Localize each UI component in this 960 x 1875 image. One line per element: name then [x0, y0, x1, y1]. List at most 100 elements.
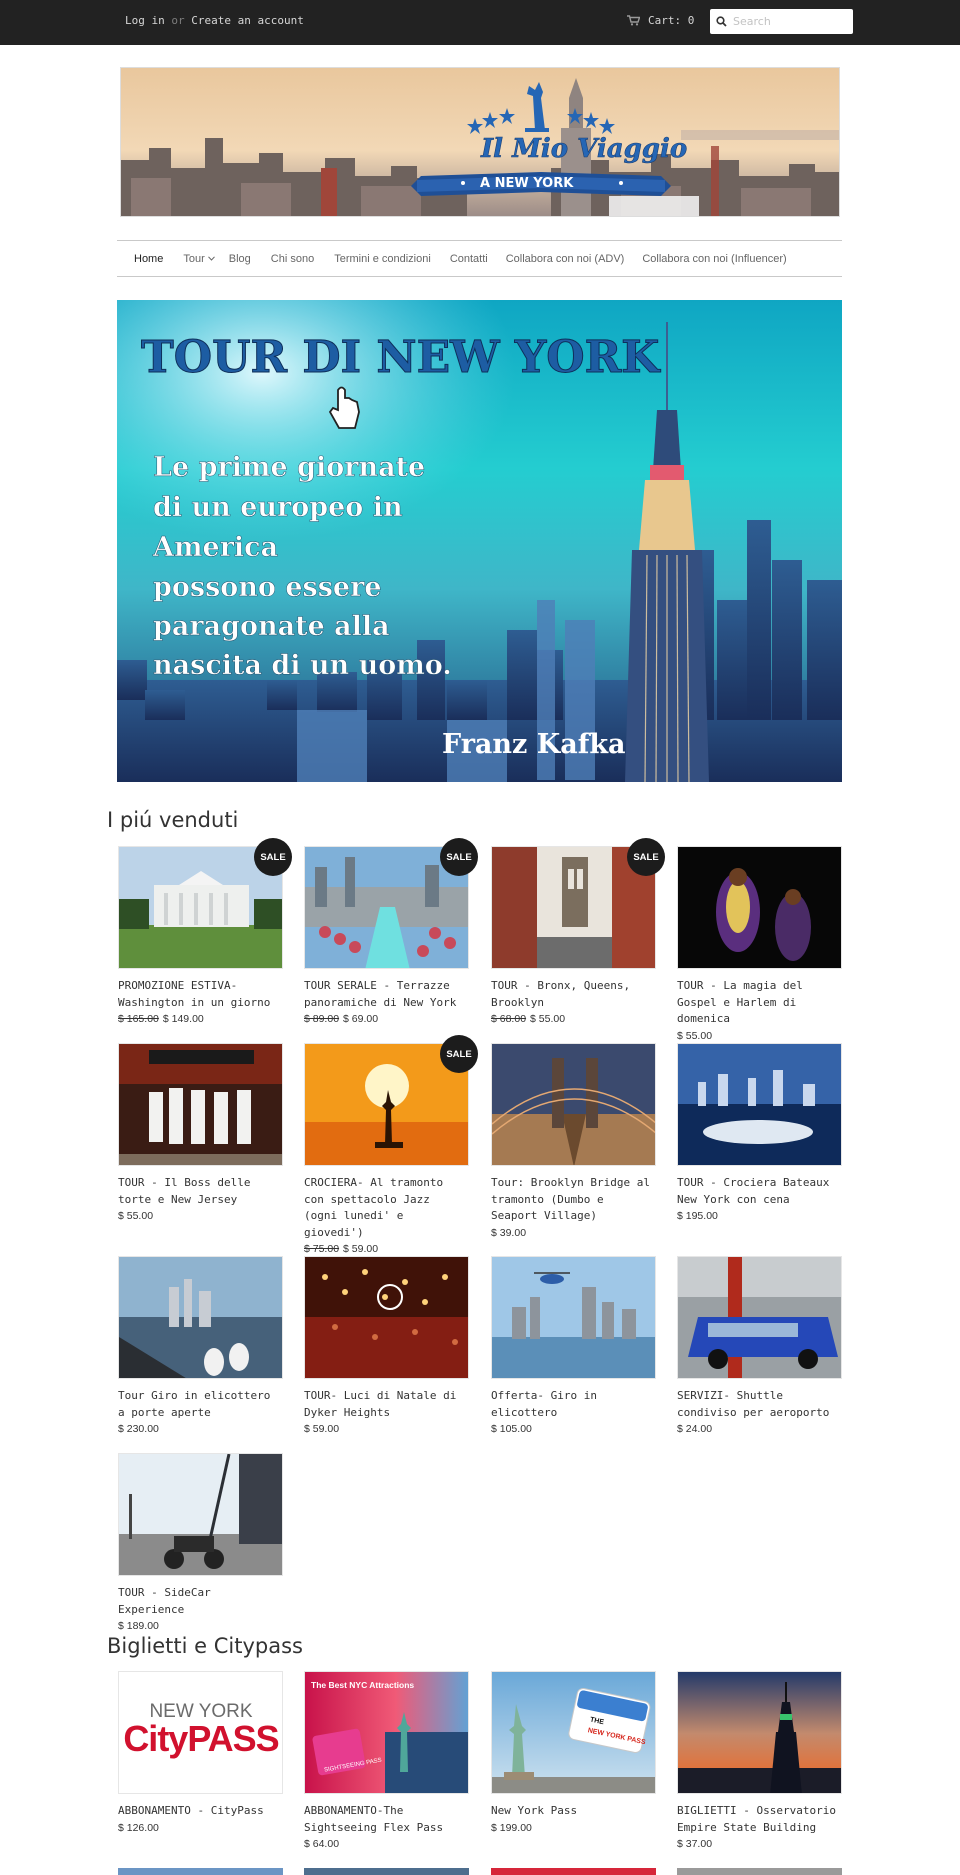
product-title[interactable]: ABBONAMENTO - CityPass	[118, 1803, 283, 1820]
nav-item-blog[interactable]: Blog	[229, 253, 251, 265]
sale-badge: SALE	[440, 838, 478, 876]
product-sale-price: $ 59.00	[343, 1243, 379, 1255]
product-old-price: $ 89.00	[304, 1013, 340, 1025]
product-price: $ 39.00	[491, 1227, 656, 1239]
nav-item-home[interactable]: Home	[134, 253, 163, 265]
product-price: $ 105.00	[491, 1423, 656, 1435]
product-sale-price: $ 230.00	[118, 1423, 159, 1435]
bestsellers-title: I piú venduti	[107, 808, 239, 832]
product-card[interactable]: SALE PROMOZIONE ESTIVA- Washington in un …	[118, 838, 292, 1025]
product-sale-price: $ 69.00	[343, 1013, 379, 1025]
product-card[interactable]: THE NEW YORK PASS New York Pass $ 199.00	[491, 1671, 656, 1834]
product-title[interactable]: Offerta- Giro in elicottero	[491, 1388, 656, 1421]
product-card[interactable]: TOUR - La magia del Gospel e Harlem di d…	[677, 846, 842, 1042]
product-title[interactable]: ABBONAMENTO-The Sightseeing Flex Pass	[304, 1803, 469, 1836]
product-card[interactable]: SALE TOUR SERALE - Terrazze panoramiche d…	[304, 838, 478, 1025]
product-image[interactable]	[118, 1453, 283, 1576]
sale-badge: SALE	[440, 1035, 478, 1073]
product-price: $ 64.00	[304, 1838, 340, 1850]
product-title[interactable]: PROMOZIONE ESTIVA- Washington in un gior…	[118, 978, 283, 1011]
flexpass-top-text: The Best NYC Attractions	[311, 1680, 414, 1690]
product-title[interactable]: TOUR - SideCar Experience	[118, 1585, 283, 1618]
product-sale-price: $ 24.00	[677, 1423, 713, 1435]
hero-author: Franz Kafka	[442, 729, 626, 760]
product-card[interactable]: Tour Giro in elicottero a porte aperte $ …	[118, 1256, 283, 1435]
account-links: Log in or Create an account	[125, 14, 304, 27]
login-link[interactable]: Log in	[125, 14, 165, 27]
product-card[interactable]: TOUR - Il Boss delle torte e New Jersey $…	[118, 1043, 283, 1222]
product-image-partial[interactable]	[118, 1868, 283, 1875]
product-sale-price: $ 105.00	[491, 1423, 532, 1435]
product-image[interactable]	[677, 1256, 842, 1379]
product-card[interactable]: SALE TOUR - Bronx, Queens, Brooklyn $ 68.0…	[491, 838, 665, 1025]
product-title[interactable]: TOUR- Luci di Natale di Dyker Heights	[304, 1388, 469, 1421]
product-price: $ 59.00	[304, 1423, 469, 1435]
site-logo-banner[interactable]: Il Mio Viaggio A NEW YORK	[120, 67, 840, 217]
product-title[interactable]: SERVIZI- Shuttle condiviso per aeroporto	[677, 1388, 842, 1421]
product-image[interactable]	[677, 1043, 842, 1166]
hero-quote-line-3: America	[152, 532, 278, 563]
product-card[interactable]: TOUR - SideCar Experience $ 189.00	[118, 1453, 283, 1632]
nav-item-chi-sono[interactable]: Chi sono	[271, 253, 314, 265]
product-title[interactable]: Tour Giro in elicottero a porte aperte	[118, 1388, 283, 1421]
product-image-partial[interactable]	[304, 1868, 469, 1875]
product-card[interactable]: The Best NYC Attractions SIGHTSEEING PAS…	[304, 1671, 469, 1850]
nav-item-contatti[interactable]: Contatti	[450, 253, 488, 265]
product-image[interactable]	[118, 1043, 283, 1166]
product-image[interactable]	[677, 846, 842, 969]
sale-badge: SALE	[627, 838, 665, 876]
product-image[interactable]	[118, 1256, 283, 1379]
product-image[interactable]	[491, 1256, 656, 1379]
hero-slide[interactable]: TOUR DI NEW YORK Le prime giornate di un…	[117, 300, 842, 782]
product-image[interactable]	[304, 1256, 469, 1379]
product-card[interactable]: Tour: Brooklyn Bridge al tramonto (Dumbo…	[491, 1043, 656, 1239]
citypass-brand-text: CityPASS	[123, 1718, 278, 1759]
product-title[interactable]: TOUR SERALE - Terrazze panoramiche di Ne…	[304, 978, 469, 1011]
product-card[interactable]: SERVIZI- Shuttle condiviso per aeroporto…	[677, 1256, 842, 1435]
product-old-price: $ 68.00	[491, 1013, 527, 1025]
product-card[interactable]: BIGLIETTI - Osservatorio Empire State Bu…	[677, 1671, 842, 1850]
product-title[interactable]: CROCIERA- Al tramonto con spettacolo Jaz…	[304, 1175, 469, 1241]
banner-subtitle: A NEW YORK	[480, 176, 574, 191]
product-card[interactable]: NEW YORK CityPASS ABBONAMENTO - CityPass…	[118, 1671, 283, 1834]
search-input[interactable]	[727, 10, 845, 33]
product-title[interactable]: Tour: Brooklyn Bridge al tramonto (Dumbo…	[491, 1175, 656, 1225]
product-image-partial[interactable]	[491, 1868, 656, 1875]
product-image[interactable]: THE NEW YORK PASS	[491, 1671, 656, 1794]
nav-item-collabora-influencer[interactable]: Collabora con noi (Influencer)	[642, 253, 786, 265]
product-card[interactable]: SALE CROCIERA- Al tramonto con spettacolo…	[304, 1035, 478, 1255]
product-image[interactable]: NEW YORK CityPASS	[118, 1671, 283, 1794]
product-title[interactable]: TOUR - Il Boss delle torte e New Jersey	[118, 1175, 283, 1208]
product-title[interactable]: New York Pass	[491, 1803, 656, 1820]
product-title[interactable]: BIGLIETTI - Osservatorio Empire State Bu…	[677, 1803, 842, 1836]
nav-item-tour[interactable]: Tour	[183, 253, 215, 265]
product-price: $ 89.00 $ 69.00	[304, 1013, 469, 1025]
sale-badge: SALE	[254, 838, 292, 876]
product-title[interactable]: TOUR - Bronx, Queens, Brooklyn	[491, 978, 656, 1011]
hero-quote-line-1: Le prime giornate	[153, 452, 425, 483]
tickets-title: Biglietti e Citypass	[107, 1634, 303, 1658]
cart-label: Cart: 0	[648, 14, 695, 27]
product-image-partial[interactable]	[677, 1868, 842, 1875]
product-price: $ 165.00 $ 149.00	[118, 1013, 283, 1025]
product-image[interactable]	[491, 1043, 656, 1166]
product-image[interactable]	[677, 1671, 842, 1794]
product-sale-price: $ 55.00	[118, 1210, 154, 1222]
product-card[interactable]: Offerta- Giro in elicottero $ 105.00	[491, 1256, 656, 1435]
product-price: $ 55.00	[677, 1030, 842, 1042]
nav-item-collabora-adv[interactable]: Collabora con noi (ADV)	[506, 253, 625, 265]
product-card[interactable]: TOUR- Luci di Natale di Dyker Heights $ 5…	[304, 1256, 469, 1435]
search-icon[interactable]	[716, 16, 727, 27]
create-account-link[interactable]: Create an account	[191, 14, 304, 27]
or-separator: or	[171, 14, 185, 27]
product-title[interactable]: TOUR - La magia del Gospel e Harlem di d…	[677, 978, 842, 1028]
product-card[interactable]: TOUR - Crociera Bateaux New York con cen…	[677, 1043, 842, 1222]
cart-link[interactable]: Cart: 0	[627, 14, 694, 27]
product-title[interactable]: TOUR - Crociera Bateaux New York con cen…	[677, 1175, 842, 1208]
nav-item-termini[interactable]: Termini e condizioni	[334, 253, 431, 265]
hero-headline: TOUR DI NEW YORK	[141, 332, 661, 383]
product-price: $ 199.00	[491, 1821, 532, 1834]
cart-icon	[627, 15, 640, 26]
product-image[interactable]: The Best NYC Attractions SIGHTSEEING PAS…	[304, 1671, 469, 1794]
product-sale-price: $ 59.00	[304, 1423, 340, 1435]
